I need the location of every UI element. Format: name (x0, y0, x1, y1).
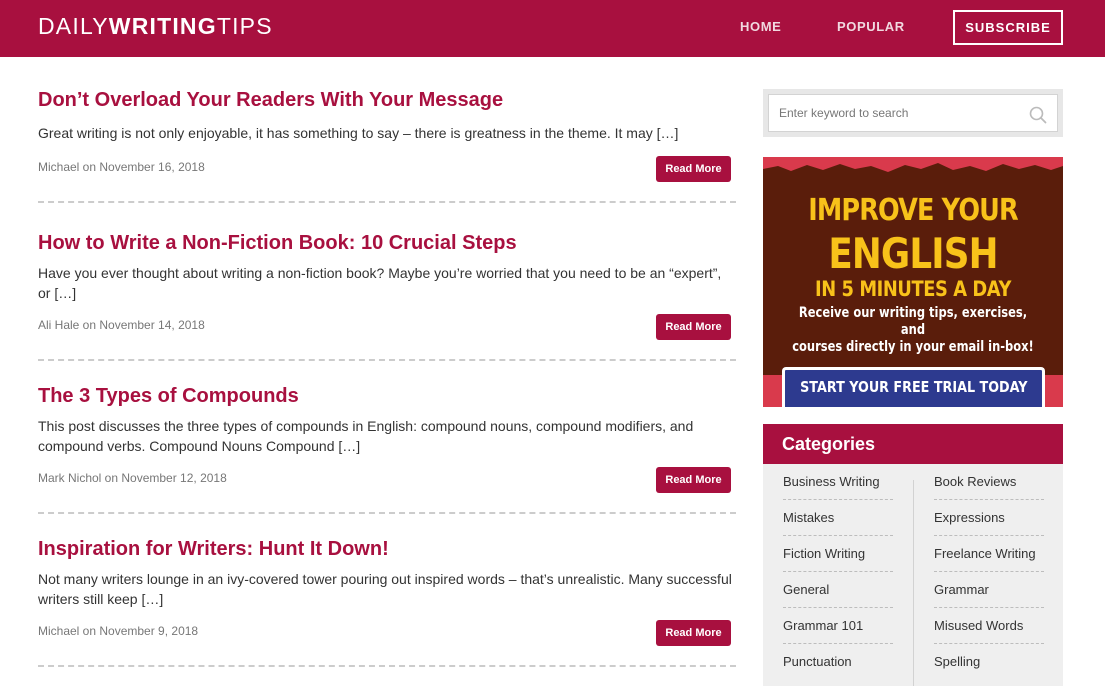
category-link-mistakes[interactable]: Mistakes (783, 500, 893, 536)
nav-popular-link[interactable]: POPULAR (837, 19, 905, 34)
category-link-misused-words[interactable]: Misused Words (934, 608, 1044, 644)
banner-headline-3: IN 5 MINUTES A DAY (815, 277, 1011, 301)
banner-description: Receive our writing tips, exercises, and… (790, 305, 1036, 356)
banner-description-line-2: courses directly in your email in-box! (792, 339, 1034, 355)
read-more-button[interactable]: Read More (656, 467, 731, 493)
banner-description-line-1: Receive our writing tips, exercises, and (798, 305, 1028, 338)
categories-title: Categories (763, 424, 1063, 464)
free-trial-button[interactable]: START YOUR FREE TRIAL TODAY (782, 367, 1045, 407)
banner-headline-2: ENGLISH (828, 229, 998, 278)
site-header: DAILY WRITING TIPS HOME POPULAR SUBSCRIBE (0, 0, 1105, 57)
post-item: Don’t Overload Your Readers With Your Me… (38, 88, 736, 203)
post-meta: Ali Hale on November 14, 2018 (38, 318, 205, 332)
category-link-punctuation[interactable]: Punctuation (783, 644, 893, 680)
post-item: Inspiration for Writers: Hunt It Down! N… (38, 537, 736, 667)
search-field-wrapper (768, 94, 1058, 132)
post-excerpt: Have you ever thought about writing a no… (38, 265, 722, 301)
free-trial-label: START YOUR FREE TRIAL TODAY (799, 378, 1028, 396)
post-title[interactable]: Inspiration for Writers: Hunt It Down! (38, 537, 736, 561)
categories-right-column: Book Reviews Expressions Freelance Writi… (934, 464, 1044, 680)
subscribe-button[interactable]: SUBSCRIBE (953, 10, 1063, 45)
post-title[interactable]: How to Write a Non-Fiction Book: 10 Cruc… (38, 231, 736, 255)
search-icon[interactable] (1029, 106, 1047, 124)
categories-widget: Categories Business Writing Mistakes Fic… (763, 424, 1063, 686)
post-meta: Michael on November 9, 2018 (38, 624, 199, 638)
post-excerpt: Great writing is not only enjoyable, it … (38, 125, 679, 141)
post-divider (38, 512, 736, 514)
logo-daily: DAILY (38, 12, 109, 39)
post-divider (38, 359, 736, 361)
read-more-button[interactable]: Read More (656, 620, 731, 646)
category-link-fiction-writing[interactable]: Fiction Writing (783, 536, 893, 572)
search-input[interactable] (769, 95, 1019, 131)
search-widget (763, 89, 1063, 137)
post-meta: Michael on November 16, 2018 (38, 160, 205, 174)
categories-column-divider (913, 480, 914, 686)
logo-writing: WRITING (108, 12, 217, 39)
category-link-freelance-writing[interactable]: Freelance Writing (934, 536, 1044, 572)
banner-torn-edge (763, 163, 1063, 197)
logo-tips: TIPS (216, 12, 273, 39)
read-more-button[interactable]: Read More (656, 156, 731, 182)
post-item: The 3 Types of Compounds This post discu… (38, 384, 736, 514)
category-link-business-writing[interactable]: Business Writing (783, 464, 893, 500)
post-meta: Mark Nichol on November 12, 2018 (38, 471, 227, 485)
post-title[interactable]: The 3 Types of Compounds (38, 384, 736, 408)
improve-english-banner[interactable]: IMPROVE YOUR ENGLISH IN 5 MINUTES A DAY … (763, 157, 1063, 407)
category-link-general[interactable]: General (783, 572, 893, 608)
post-title[interactable]: Don’t Overload Your Readers With Your Me… (38, 88, 736, 112)
post-item: How to Write a Non-Fiction Book: 10 Cruc… (38, 231, 736, 361)
post-divider (38, 665, 736, 667)
read-more-button[interactable]: Read More (656, 314, 731, 340)
post-excerpt: This post discusses the three types of c… (38, 418, 694, 454)
category-link-spelling[interactable]: Spelling (934, 644, 1044, 680)
category-link-grammar[interactable]: Grammar (934, 572, 1044, 608)
category-link-grammar-101[interactable]: Grammar 101 (783, 608, 893, 644)
category-link-book-reviews[interactable]: Book Reviews (934, 464, 1044, 500)
category-link-expressions[interactable]: Expressions (934, 500, 1044, 536)
post-excerpt: Not many writers lounge in an ivy-covere… (38, 571, 732, 607)
banner-headline-1: IMPROVE YOUR (808, 193, 1018, 228)
categories-left-column: Business Writing Mistakes Fiction Writin… (783, 464, 893, 680)
post-divider (38, 201, 736, 203)
site-logo[interactable]: DAILY WRITING TIPS (38, 12, 273, 39)
nav-home-link[interactable]: HOME (740, 19, 781, 34)
